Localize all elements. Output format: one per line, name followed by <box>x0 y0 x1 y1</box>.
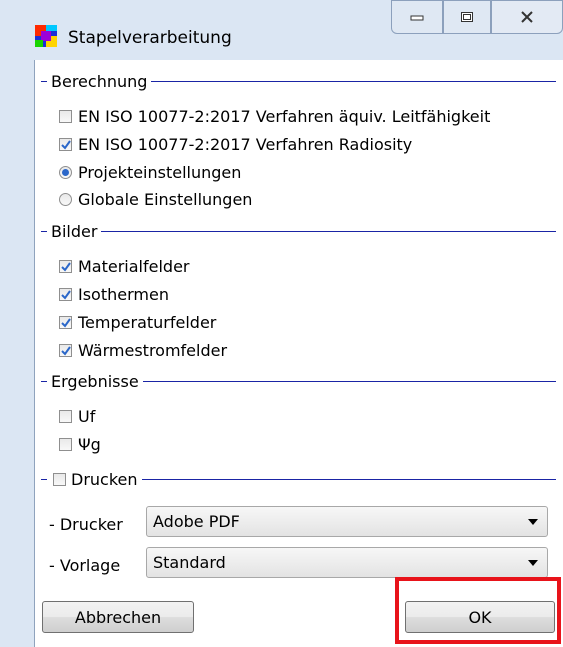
radio-button-projekteinstellungen[interactable] <box>59 166 72 179</box>
label-isothermen: Isothermen <box>78 285 169 304</box>
option-isothermen[interactable]: Isothermen <box>59 285 169 304</box>
drucker-select-value: Adobe PDF <box>153 512 240 531</box>
option-aequiv-leitfaehigkeit[interactable]: EN ISO 10077-2:2017 Verfahren äquiv. Lei… <box>59 107 490 126</box>
checkbox-isothermen[interactable] <box>59 288 72 301</box>
drucker-select[interactable]: Adobe PDF <box>146 506 548 537</box>
bilder-group-legend: Bilder <box>41 222 556 241</box>
close-button[interactable] <box>491 0 563 34</box>
vorlage-select-value: Standard <box>153 553 226 572</box>
drucken-legend-text: Drucken <box>71 470 138 489</box>
checkbox-psi-g[interactable] <box>59 438 72 451</box>
label-psi-g: Ψg <box>78 435 101 454</box>
vorlage-select[interactable]: Standard <box>146 547 548 578</box>
label-globale-einstellungen: Globale Einstellungen <box>78 190 253 209</box>
radio-globale-einstellungen[interactable]: Globale Einstellungen <box>59 190 252 209</box>
checkbox-radiosity[interactable] <box>59 138 72 151</box>
batch-processing-dialog: Stapelverarbeitung Berechnung EN ISO 100… <box>0 0 563 647</box>
checkbox-waermestromfelder[interactable] <box>59 344 72 357</box>
label-waermestromfelder: Wärmestromfelder <box>78 341 228 360</box>
label-uf: Uf <box>78 407 96 426</box>
option-radiosity[interactable]: EN ISO 10077-2:2017 Verfahren Radiosity <box>59 135 412 154</box>
option-psi-g[interactable]: Ψg <box>59 435 101 454</box>
label-materialfelder: Materialfelder <box>78 257 190 276</box>
cancel-button[interactable]: Abbrechen <box>42 601 194 633</box>
berechnung-legend-text: Berechnung <box>51 72 148 91</box>
title-bar: Stapelverarbeitung <box>0 0 563 60</box>
checkmark-icon <box>60 261 71 272</box>
option-materialfelder[interactable]: Materialfelder <box>59 257 190 276</box>
ergebnisse-legend-text: Ergebnisse <box>51 372 139 391</box>
checkmark-icon <box>60 289 71 300</box>
checkmark-icon <box>60 139 71 150</box>
window-title: Stapelverarbeitung <box>68 28 232 48</box>
checkbox-aequiv-leitfaehigkeit[interactable] <box>59 110 72 123</box>
label-projekteinstellungen: Projekteinstellungen <box>78 163 242 182</box>
berechnung-group-legend: Berechnung <box>41 72 556 91</box>
bilder-legend-text: Bilder <box>51 222 98 241</box>
maximize-icon <box>461 12 473 22</box>
option-waermestromfelder[interactable]: Wärmestromfelder <box>59 341 227 360</box>
label-temperaturfelder: Temperaturfelder <box>78 313 217 332</box>
option-temperaturfelder[interactable]: Temperaturfelder <box>59 313 216 332</box>
checkbox-temperaturfelder[interactable] <box>59 316 72 329</box>
checkbox-materialfelder[interactable] <box>59 260 72 273</box>
ok-button-highlight <box>395 577 561 644</box>
ergebnisse-group-legend: Ergebnisse <box>41 372 556 391</box>
maximize-button[interactable] <box>443 0 491 34</box>
option-uf[interactable]: Uf <box>59 407 95 426</box>
cancel-button-label: Abbrechen <box>74 607 162 627</box>
chevron-down-icon <box>528 519 538 525</box>
minimize-icon <box>410 15 424 21</box>
chevron-down-icon <box>528 560 538 566</box>
radio-projekteinstellungen[interactable]: Projekteinstellungen <box>59 163 241 182</box>
drucker-label: - Drucker <box>49 515 123 534</box>
minimize-button[interactable] <box>391 0 443 34</box>
vorlage-label: - Vorlage <box>49 556 121 575</box>
dialog-client-area: Berechnung EN ISO 10077-2:2017 Verfahren… <box>34 60 563 647</box>
radio-button-globale-einstellungen[interactable] <box>59 193 72 206</box>
drucken-group-legend: Drucken <box>41 470 556 489</box>
label-radiosity: EN ISO 10077-2:2017 Verfahren Radiosity <box>78 135 413 154</box>
app-icon <box>35 25 57 51</box>
checkmark-icon <box>60 345 71 356</box>
checkmark-icon <box>60 317 71 328</box>
checkbox-uf[interactable] <box>59 410 72 423</box>
checkbox-drucken[interactable] <box>53 473 66 486</box>
label-aequiv-leitfaehigkeit: EN ISO 10077-2:2017 Verfahren äquiv. Lei… <box>78 107 491 126</box>
close-icon <box>521 11 533 23</box>
